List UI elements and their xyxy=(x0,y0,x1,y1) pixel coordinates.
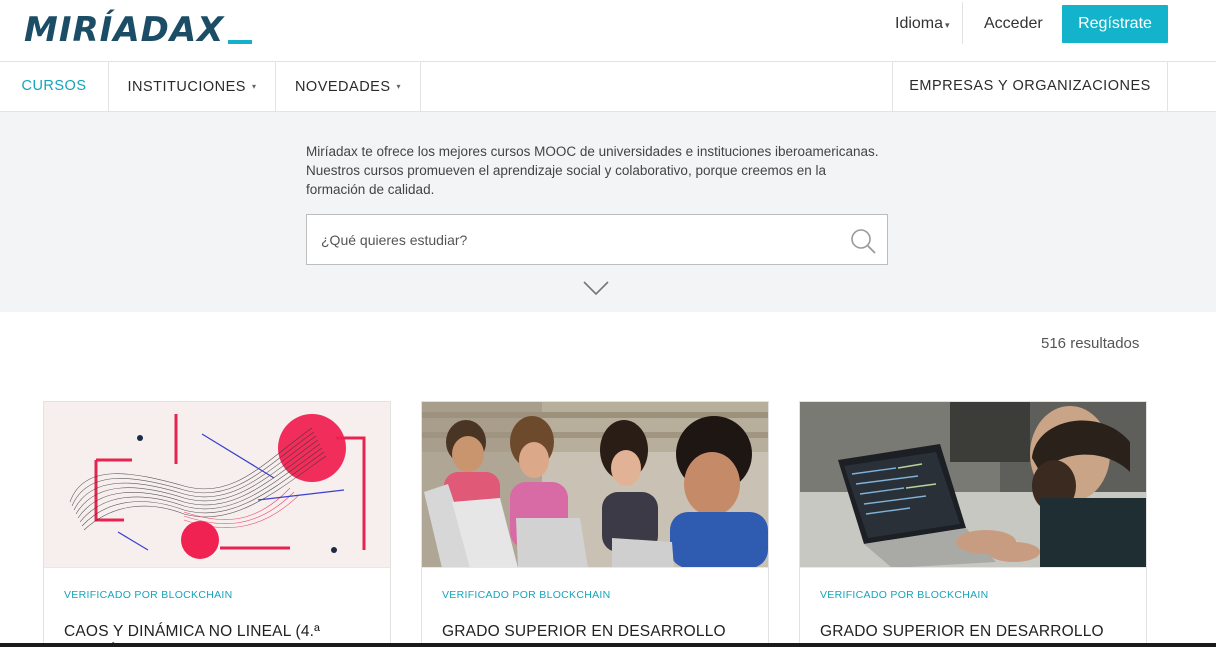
page: MIRÍADAX Idioma ▾ Acceder Regístrate CURS… xyxy=(0,0,1216,647)
logo[interactable]: MIRÍADAX xyxy=(24,8,253,50)
blockchain-badge: VERIFICADO POR BLOCKCHAIN xyxy=(442,589,611,601)
top-bar: MIRÍADAX Idioma ▾ Acceder Regístrate xyxy=(0,0,1216,62)
language-selector[interactable]: Idioma ▾ xyxy=(895,14,950,35)
blockchain-badge: VERIFICADO POR BLOCKCHAIN xyxy=(820,589,989,601)
intro-text: Miríadax te ofrece los mejores cursos MO… xyxy=(306,144,879,197)
nav-divider xyxy=(420,62,421,111)
logo-text: MIRÍADAX xyxy=(24,10,225,50)
course-image xyxy=(422,402,768,568)
nav-divider xyxy=(1167,62,1168,111)
chevron-down-icon: ▾ xyxy=(251,82,257,91)
chevron-down-icon[interactable] xyxy=(583,280,609,296)
chaos-illustration xyxy=(44,402,390,567)
nav-item-instituciones[interactable]: INSTITUCIONES ▾ xyxy=(109,62,275,111)
course-card[interactable]: VERIFICADO POR BLOCKCHAIN GRADO SUPERIOR… xyxy=(799,401,1147,647)
results-count: 516 resultados xyxy=(1041,335,1140,352)
course-image xyxy=(44,402,390,568)
search-box xyxy=(306,214,888,265)
laptop-photo xyxy=(800,402,1146,567)
course-image xyxy=(800,402,1146,568)
register-button[interactable]: Regístrate xyxy=(1062,5,1168,43)
login-link[interactable]: Acceder xyxy=(984,14,1043,34)
nav-item-label: CURSOS xyxy=(21,78,87,94)
students-photo xyxy=(422,402,768,567)
header-divider xyxy=(962,2,963,44)
blockchain-badge: VERIFICADO POR BLOCKCHAIN xyxy=(64,589,233,601)
nav-item-label: INSTITUCIONES xyxy=(127,79,246,95)
nav-item-empresas[interactable]: EMPRESAS Y ORGANIZACIONES xyxy=(893,62,1167,111)
bottom-edge xyxy=(0,643,1216,647)
nav-item-cursos[interactable]: CURSOS xyxy=(0,62,108,111)
search-icon[interactable] xyxy=(849,227,877,255)
course-card[interactable]: VERIFICADO POR BLOCKCHAIN CAOS Y DINÁMIC… xyxy=(43,401,391,647)
main-nav: CURSOS INSTITUCIONES ▾ NOVEDADES ▾ EMPRESA… xyxy=(0,62,1216,112)
chevron-down-icon: ▾ xyxy=(945,20,950,30)
nav-item-novedades[interactable]: NOVEDADES ▾ xyxy=(276,62,420,111)
nav-item-label: EMPRESAS Y ORGANIZACIONES xyxy=(909,78,1151,94)
language-label: Idioma xyxy=(895,15,944,32)
chevron-down-icon: ▾ xyxy=(396,82,402,91)
hero-section: Miríadax te ofrece los mejores cursos MO… xyxy=(0,112,1216,312)
search-input[interactable] xyxy=(307,215,837,264)
nav-item-label: NOVEDADES xyxy=(294,79,391,95)
logo-underscore xyxy=(228,40,253,44)
course-card[interactable]: VERIFICADO POR BLOCKCHAIN GRADO SUPERIOR… xyxy=(421,401,769,647)
